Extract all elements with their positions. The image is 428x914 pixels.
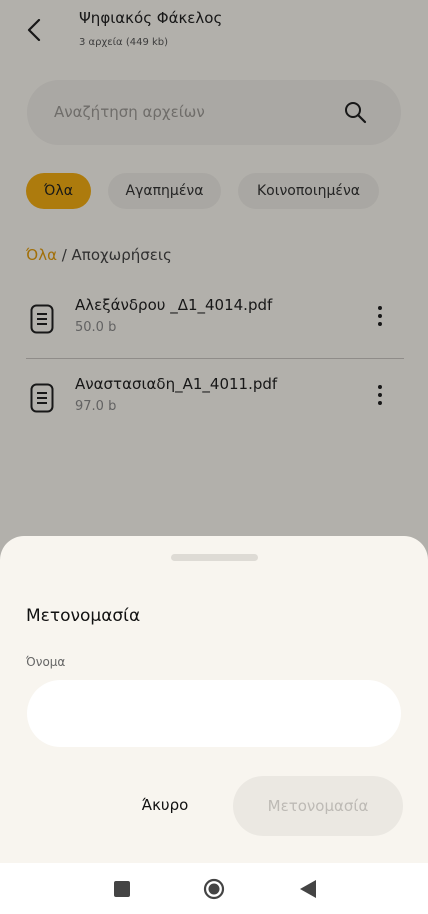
sheet-drag-handle[interactable] (171, 554, 258, 561)
triangle-back-icon (300, 880, 316, 898)
home-button[interactable] (202, 877, 226, 901)
recent-apps-button[interactable] (110, 877, 134, 901)
cancel-button[interactable]: Άκυρο (124, 786, 206, 824)
name-input[interactable] (27, 680, 401, 747)
circle-icon (203, 878, 225, 900)
file-manager-screen: Ψηφιακός Φάκελος 3 αρχεία (449 kb) Αναζή… (0, 0, 428, 914)
dialog-title: Μετονομασία (26, 606, 141, 626)
rename-button[interactable]: Μετονομασία (233, 776, 403, 836)
system-back-button[interactable] (296, 877, 320, 901)
square-icon (114, 881, 130, 897)
rename-bottom-sheet: Μετονομασία Όνομα Άκυρο Μετονομασία (0, 536, 428, 914)
system-navigation-bar (0, 863, 428, 914)
name-field-label: Όνομα (26, 655, 66, 669)
